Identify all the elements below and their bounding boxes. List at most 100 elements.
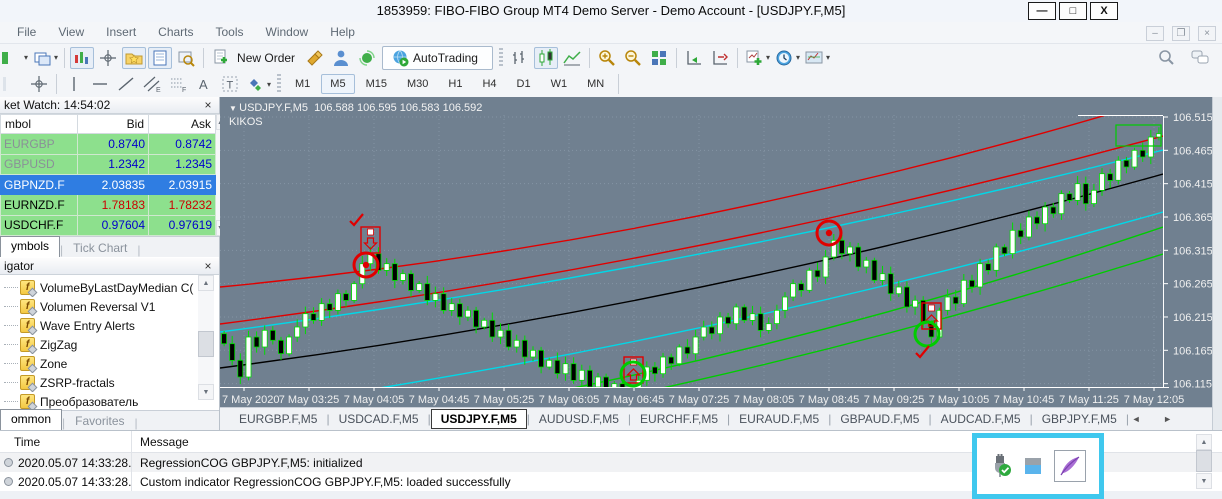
market-watch-row[interactable]: GBPNZD.F2.038352.03915 xyxy=(1,174,216,194)
maximize-button[interactable]: □ xyxy=(1059,2,1087,20)
timeframe-h1[interactable]: H1 xyxy=(439,74,471,94)
timeframe-m5[interactable]: M5 xyxy=(321,74,354,94)
chat-icon[interactable] xyxy=(1190,47,1210,67)
market-watch-row[interactable]: EURGBP0.87400.8742 xyxy=(1,134,216,154)
timeframe-m15[interactable]: M15 xyxy=(357,74,396,94)
mdi-minimize-icon[interactable]: – xyxy=(1146,26,1164,41)
metaquotes-gold-icon[interactable] xyxy=(303,47,327,69)
chart-tab-euraudfm5[interactable]: EURAUD.F,M5 xyxy=(730,410,828,428)
arrows-icon[interactable]: ▾ xyxy=(244,73,272,95)
navigator-item[interactable]: fZone xyxy=(0,354,198,373)
crosshair-icon[interactable] xyxy=(27,73,51,95)
mw-tab-ymbols[interactable]: ymbols xyxy=(0,236,60,257)
market-watch-row[interactable]: GBPUSD1.23421.2345 xyxy=(1,154,216,174)
fibonacci-icon[interactable]: F xyxy=(166,73,190,95)
menu-view[interactable]: View xyxy=(47,22,95,43)
indicators-icon[interactable]: ▾ xyxy=(743,47,771,69)
market-watch-close-icon[interactable]: × xyxy=(201,98,215,112)
search-icon[interactable] xyxy=(1156,47,1176,67)
bid-cell[interactable]: 2.03835 xyxy=(78,174,149,194)
horizontal-line-icon[interactable] xyxy=(88,73,112,95)
scroll-up-icon[interactable]: ▲ xyxy=(198,275,214,291)
mdi-restore-icon[interactable]: ❐ xyxy=(1172,26,1190,41)
window-layout-icon[interactable]: ▾ xyxy=(31,47,59,69)
scroll-down-icon[interactable]: ▼ xyxy=(1196,473,1212,489)
mdi-close-icon[interactable]: × xyxy=(1198,26,1216,41)
scroll-up-icon[interactable]: ▲ xyxy=(1196,434,1212,450)
chart-collapse-icon[interactable]: ▼ xyxy=(229,104,239,113)
new-order-label[interactable]: New Order xyxy=(237,51,295,65)
timeframe-mn[interactable]: MN xyxy=(578,74,613,94)
usb-check-icon[interactable] xyxy=(990,454,1012,478)
nav-tab-favorites[interactable]: Favorites xyxy=(65,412,134,430)
minimize-button[interactable]: — xyxy=(1028,2,1056,20)
navigator-item[interactable]: fZSRP-fractals xyxy=(0,373,198,392)
ask-cell[interactable]: 0.97619 xyxy=(149,215,216,235)
history-center-icon[interactable] xyxy=(174,47,198,69)
ask-cell[interactable]: 0.8742 xyxy=(149,134,216,154)
ask-cell[interactable]: 2.03915 xyxy=(149,174,216,194)
menu-window[interactable]: Window xyxy=(255,22,320,43)
bar-chart-mode-icon[interactable] xyxy=(508,47,532,69)
text-icon[interactable]: A xyxy=(192,73,216,95)
tab-scroll-arrows[interactable]: ◄ ► xyxy=(1132,414,1182,424)
metaeditor-icon[interactable] xyxy=(329,47,353,69)
mw-col-bid[interactable]: Bid xyxy=(78,115,149,134)
ask-cell[interactable]: 1.2345 xyxy=(149,154,216,174)
terminal-scrollbar[interactable]: ▲ ▼ xyxy=(1196,434,1212,489)
chart-tab-gbpaudfm5[interactable]: GBPAUD.F,M5 xyxy=(831,410,928,428)
chart-window[interactable]: ▼ USDJPY.F,M5 106.588 106.595 106.583 10… xyxy=(220,97,1212,407)
data-window-icon[interactable] xyxy=(148,47,172,69)
chart-tab-eurgbpfm5[interactable]: EURGBP.F,M5 xyxy=(230,410,326,428)
chart-tab-eurchffm5[interactable]: EURCHF.F,M5 xyxy=(631,410,727,428)
charts-toolbar-icon[interactable] xyxy=(70,47,94,69)
market-watch-row[interactable]: EURNZD.F1.781831.78232 xyxy=(1,195,216,215)
chart-tab-audusdfm5[interactable]: AUDUSD.F,M5 xyxy=(530,410,628,428)
chart-tab-usdjpyfm5[interactable]: USDJPY.F,M5 xyxy=(431,409,527,429)
chart-tab-audcadfm5[interactable]: AUDCAD.F,M5 xyxy=(932,410,1030,428)
signals-icon[interactable] xyxy=(355,47,379,69)
profiles-icon[interactable] xyxy=(122,47,146,69)
mw-tab-tickchart[interactable]: Tick Chart xyxy=(63,239,137,257)
autotrading-button[interactable]: AutoTrading xyxy=(382,46,493,70)
equidistant-channel-icon[interactable]: E xyxy=(140,73,164,95)
navigator-item[interactable]: fVolumeByLastDayMedian C( xyxy=(0,278,198,297)
price-chart[interactable]: 106.515106.465106.415106.365106.315106.2… xyxy=(220,97,1212,407)
nav-tab-ommon[interactable]: ommon xyxy=(0,409,62,430)
new-order-icon[interactable] xyxy=(209,47,233,69)
mw-col-mbol[interactable]: mbol xyxy=(1,115,78,134)
symbol-cell[interactable]: GBPNZD.F xyxy=(1,174,78,194)
zoom-out-icon[interactable] xyxy=(621,47,645,69)
periods-icon[interactable]: ▾ xyxy=(773,47,801,69)
line-chart-mode-icon[interactable] xyxy=(560,47,584,69)
bid-cell[interactable]: 1.2342 xyxy=(78,154,149,174)
menu-file[interactable]: File xyxy=(6,22,47,43)
chart-tab-usdcadfm5[interactable]: USDCAD.F,M5 xyxy=(330,410,428,428)
symbol-cell[interactable]: EURGBP xyxy=(1,134,78,154)
menu-insert[interactable]: Insert xyxy=(95,22,147,43)
close-button[interactable]: X xyxy=(1090,2,1118,20)
timeframe-m1[interactable]: M1 xyxy=(286,74,319,94)
bid-cell[interactable]: 1.78183 xyxy=(78,195,149,215)
terminal-col-time[interactable]: Time xyxy=(0,431,132,452)
mw-col-ask[interactable]: Ask xyxy=(149,115,216,134)
symbol-cell[interactable]: USDCHF.F xyxy=(1,215,78,235)
scroll-down-icon[interactable]: ▼ xyxy=(198,384,214,400)
navigator-item[interactable]: fVolumen Reversal V1 xyxy=(0,297,198,316)
vertical-line-icon[interactable] xyxy=(62,73,86,95)
timeframe-h4[interactable]: H4 xyxy=(473,74,505,94)
cursor-icon[interactable] xyxy=(1,73,25,95)
zoom-in-icon[interactable] xyxy=(595,47,619,69)
navigator-close-icon[interactable]: × xyxy=(201,259,215,273)
terminal-col-message[interactable]: Message xyxy=(132,435,189,449)
symbol-cell[interactable]: GBPUSD xyxy=(1,154,78,174)
templates-icon[interactable]: ▾ xyxy=(803,47,831,69)
crosshair-mode-icon[interactable] xyxy=(96,47,120,69)
navigator-item[interactable]: fWave Entry Alerts xyxy=(0,316,198,335)
bid-cell[interactable]: 0.97604 xyxy=(78,215,149,235)
text-label-icon[interactable]: T xyxy=(218,73,242,95)
bid-cell[interactable]: 0.8740 xyxy=(78,134,149,154)
tile-windows-icon[interactable] xyxy=(647,47,671,69)
bars-shift-icon[interactable]: ▾ xyxy=(1,47,29,69)
menu-charts[interactable]: Charts xyxy=(147,22,204,43)
